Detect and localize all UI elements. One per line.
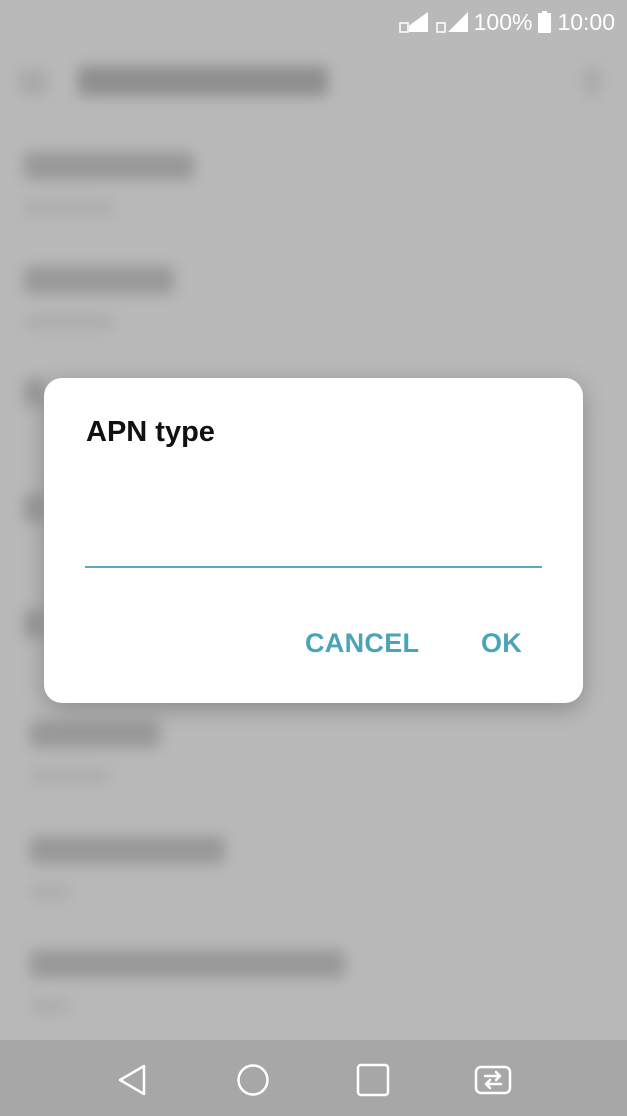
background-app-title: [78, 66, 328, 96]
background-list-item: [30, 836, 225, 864]
apn-type-input[interactable]: [85, 528, 542, 568]
sim2-signal-icon: [435, 10, 468, 34]
background-list-item-sub: [30, 998, 70, 1014]
background-list-item: [24, 494, 44, 522]
navigation-bar: [0, 1040, 627, 1116]
background-list-item: [24, 152, 194, 180]
background-list-item-sub: [24, 200, 114, 216]
background-list-item-sub: [30, 768, 110, 784]
background-list-item-sub: [30, 884, 70, 900]
background-menu-icon: [583, 66, 601, 96]
background-list-item-sub: [24, 314, 114, 330]
dual-window-icon[interactable]: [473, 1060, 513, 1100]
recents-icon[interactable]: [353, 1060, 393, 1100]
background-list-item: [24, 266, 174, 294]
battery-icon: [538, 11, 552, 33]
back-icon[interactable]: [113, 1060, 153, 1100]
battery-percent: 100%: [473, 8, 533, 35]
home-icon[interactable]: [233, 1060, 273, 1100]
background-list-item: [24, 610, 44, 638]
clock: 10:00: [557, 8, 615, 35]
sim1-signal-icon: [398, 10, 430, 34]
status-bar: 100% 10:00: [0, 0, 627, 44]
ok-button[interactable]: OK: [481, 628, 522, 659]
cancel-button[interactable]: CANCEL: [305, 628, 419, 659]
background-list-item: [24, 378, 44, 406]
background-back-icon: [18, 69, 48, 95]
background-list-item: [30, 950, 345, 978]
apn-type-dialog: APN type CANCEL OK: [44, 378, 583, 703]
background-list-item: [30, 720, 160, 748]
dialog-title: APN type: [86, 416, 215, 448]
